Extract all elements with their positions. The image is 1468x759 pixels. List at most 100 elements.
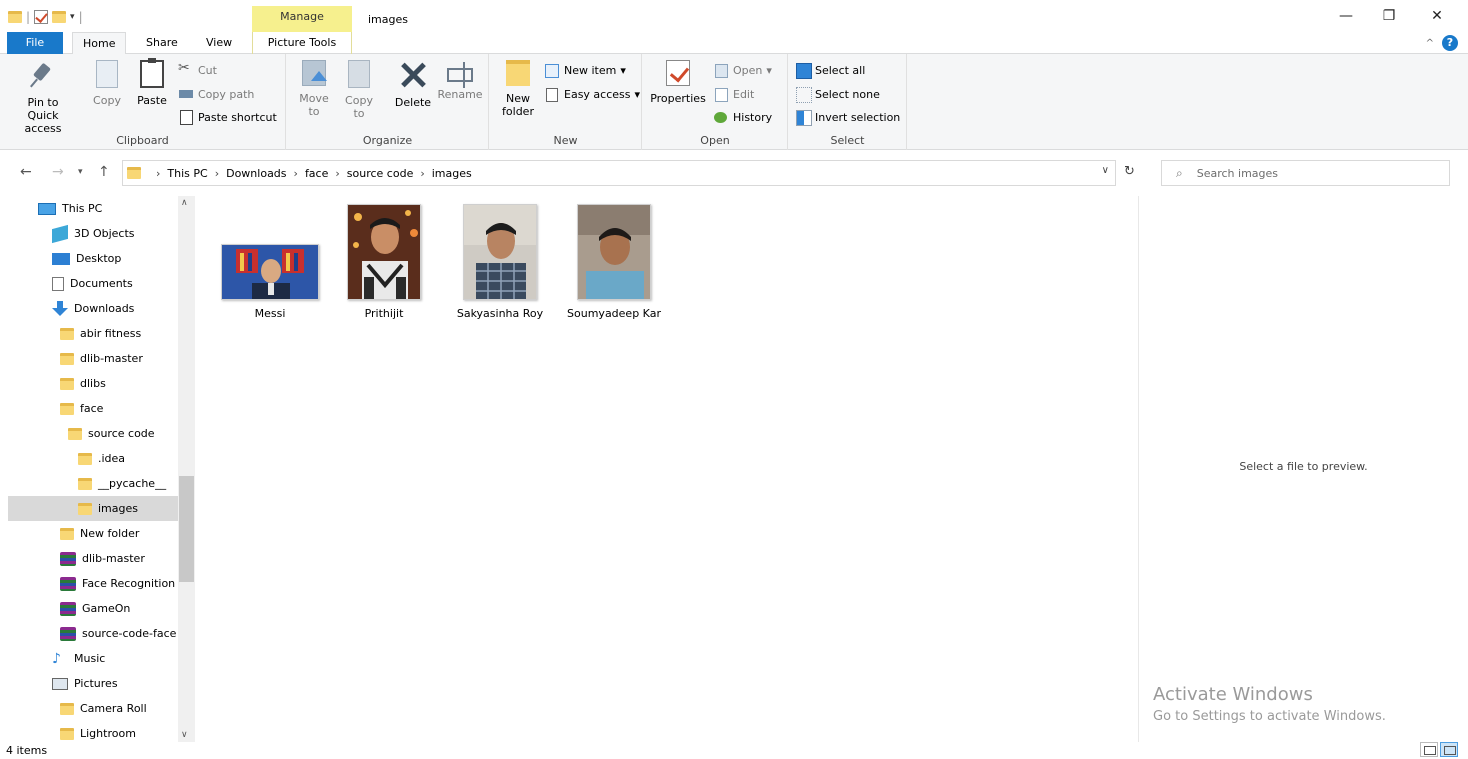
properties-icon[interactable] — [34, 10, 49, 24]
pin-icon — [28, 60, 58, 90]
copy-to-button[interactable]: Copy to — [341, 60, 377, 120]
details-view-icon[interactable] — [1420, 742, 1438, 757]
move-to-button[interactable]: Move to — [295, 60, 333, 118]
nav-item-desktop[interactable]: Desktop — [52, 246, 196, 271]
file-item-sakyasinha-roy[interactable]: Sakyasinha Roy — [446, 202, 554, 322]
nav-item-this-pc[interactable]: This PC — [38, 196, 196, 221]
new-folder-button[interactable]: New folder — [498, 60, 538, 118]
recent-locations-icon[interactable]: ▾ — [78, 167, 83, 177]
thumbnail-image — [577, 204, 651, 300]
tab-home[interactable]: Home — [72, 32, 127, 55]
nav-item-face-recognition[interactable]: Face Recognition — [60, 571, 178, 596]
copy-button[interactable]: Copy — [88, 60, 126, 107]
file-item-prithijit[interactable]: Prithijit — [330, 202, 438, 322]
scroll-down-icon[interactable]: ∨ — [181, 730, 188, 740]
nav-item-3d-objects[interactable]: 3D Objects — [52, 221, 196, 246]
large-icons-view-icon[interactable] — [1440, 742, 1458, 757]
breadcrumb-downloads[interactable]: Downloads — [226, 167, 286, 180]
nav-item-images[interactable]: images — [8, 496, 178, 521]
nav-item-face[interactable]: face — [60, 396, 196, 421]
copy-icon — [96, 60, 118, 88]
select-none-button[interactable]: Select none — [795, 84, 880, 104]
new-item-button[interactable]: New item ▾ — [544, 60, 626, 80]
copy-path-button[interactable]: Copy path — [178, 84, 254, 104]
nav-item-abir-fitness[interactable]: abir fitness — [60, 321, 196, 346]
easy-access-button[interactable]: Easy access ▾ — [544, 84, 640, 104]
search-input[interactable] — [1194, 165, 1435, 181]
tab-picture-tools[interactable]: Picture Tools — [252, 32, 352, 54]
tab-view[interactable]: View — [196, 32, 242, 54]
breadcrumb-source-code[interactable]: source code — [347, 167, 414, 180]
nav-item-source-code-face[interactable]: source-code-face — [60, 621, 178, 646]
nav-item-music[interactable]: ♪ Music — [52, 646, 196, 671]
qat-dropdown-icon[interactable]: ▾ — [70, 12, 75, 22]
invert-selection-button[interactable]: Invert selection — [795, 107, 900, 127]
select-all-button[interactable]: Select all — [795, 60, 865, 80]
rename-button[interactable]: Rename — [437, 60, 483, 101]
address-dropdown-icon[interactable]: ∨ — [1102, 165, 1109, 176]
breadcrumb-chevron-icon[interactable]: › — [215, 167, 219, 180]
minimize-button[interactable]: — — [1331, 8, 1361, 26]
new-folder-icon — [506, 60, 530, 86]
breadcrumb-images[interactable]: images — [432, 167, 472, 180]
restore-button[interactable]: ❐ — [1374, 8, 1404, 26]
qat-separator: | — [26, 10, 31, 24]
pin-to-quick-access-button[interactable]: Pin to Quick access — [14, 60, 72, 135]
collapse-ribbon-icon[interactable]: ^ — [1426, 38, 1434, 49]
forward-arrow-icon[interactable]: → — [52, 164, 64, 180]
nav-item-lightroom[interactable]: Lightroom — [60, 721, 196, 742]
nav-item-new-folder[interactable]: New folder — [60, 521, 196, 546]
cut-button[interactable]: Cut — [178, 60, 217, 80]
breadcrumb-chevron-icon[interactable]: › — [420, 167, 424, 180]
archive-icon — [60, 626, 76, 641]
new-folder-icon[interactable] — [52, 11, 67, 23]
nav-item-dlibs[interactable]: dlibs — [60, 371, 196, 396]
nav-item-source-code[interactable]: source code — [68, 421, 196, 446]
properties-button[interactable]: Properties — [649, 60, 707, 105]
nav-item-dlib-master-folder[interactable]: dlib-master — [60, 346, 196, 371]
nav-scrollbar[interactable]: ∧ ∨ — [178, 196, 195, 742]
paste-shortcut-button[interactable]: Paste shortcut — [178, 107, 277, 127]
move-to-icon — [302, 60, 326, 86]
nav-item-downloads[interactable]: Downloads — [52, 296, 196, 321]
downloads-icon — [52, 300, 68, 317]
open-group: Properties Open ▾ Edit History Open — [643, 54, 788, 150]
pictures-icon — [52, 677, 68, 690]
scroll-up-icon[interactable]: ∧ — [181, 198, 188, 208]
refresh-icon[interactable]: ↻ — [1124, 164, 1135, 179]
new-group: New folder New item ▾ Easy access ▾ New — [490, 54, 642, 150]
scissors-icon — [178, 60, 194, 78]
nav-item-camera-roll[interactable]: Camera Roll — [60, 696, 196, 721]
breadcrumb-chevron-icon[interactable]: › — [335, 167, 339, 180]
history-button[interactable]: History — [713, 107, 772, 127]
thumbnail-image — [347, 204, 421, 300]
nav-item-gameon[interactable]: GameOn — [60, 596, 196, 621]
preview-message: Select a file to preview. — [1239, 460, 1368, 473]
close-button[interactable]: ✕ — [1422, 8, 1452, 26]
nav-item-pictures[interactable]: Pictures — [52, 671, 196, 696]
paste-button[interactable]: Paste — [134, 58, 170, 107]
breadcrumb-face[interactable]: face — [305, 167, 328, 180]
breadcrumb-this-pc[interactable]: This PC — [167, 167, 207, 180]
folder-icon[interactable] — [8, 11, 22, 23]
open-button[interactable]: Open ▾ — [713, 60, 772, 80]
delete-button[interactable]: Delete — [391, 60, 435, 109]
file-item-messi[interactable]: Messi — [216, 202, 324, 322]
nav-item-dlib-master-archive[interactable]: dlib-master — [60, 546, 196, 571]
breadcrumb-chevron-icon[interactable]: › — [294, 167, 298, 180]
search-box[interactable]: ⌕ — [1161, 160, 1450, 186]
file-item-soumyadeep-kar[interactable]: Soumyadeep Kar — [560, 202, 668, 322]
help-icon[interactable]: ? — [1442, 35, 1458, 51]
new-item-icon — [544, 62, 560, 78]
breadcrumb-chevron-icon[interactable]: › — [156, 167, 160, 180]
tab-file[interactable]: File — [7, 32, 63, 54]
address-bar[interactable]: › This PC › Downloads › face › source co… — [122, 160, 1116, 186]
back-arrow-icon[interactable]: ← — [20, 164, 32, 180]
documents-icon — [52, 276, 64, 291]
scrollbar-thumb[interactable] — [179, 476, 194, 582]
tab-share[interactable]: Share — [136, 32, 188, 54]
up-arrow-icon[interactable]: ↑ — [98, 164, 110, 180]
manage-tab[interactable]: Manage — [252, 6, 352, 32]
nav-item-documents[interactable]: Documents — [52, 271, 196, 296]
edit-button[interactable]: Edit — [713, 84, 754, 104]
